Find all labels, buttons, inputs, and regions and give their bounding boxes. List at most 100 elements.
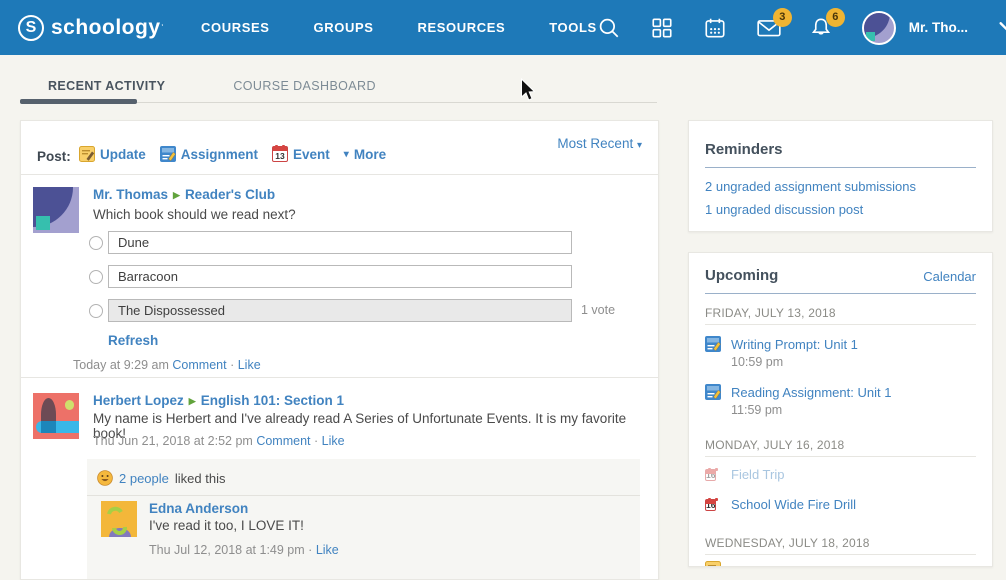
- update-icon: [79, 146, 95, 162]
- post-update-button[interactable]: Update: [79, 146, 146, 162]
- assignment-icon: [705, 384, 721, 403]
- nav-resources[interactable]: RESOURCES: [418, 20, 506, 35]
- nav-tools[interactable]: TOOLS: [549, 20, 597, 35]
- post-event-button[interactable]: 13 Event: [272, 146, 330, 162]
- event-time: 10:59 pm: [731, 355, 783, 369]
- course-link[interactable]: Reader's Club: [185, 187, 275, 202]
- nav-courses[interactable]: COURSES: [201, 20, 270, 35]
- event-icon: 13: [272, 146, 288, 162]
- liked-suffix: liked this: [175, 471, 226, 486]
- upcoming-event-link[interactable]: Writing Prompt: Unit 1: [731, 337, 858, 352]
- chevron-down-icon[interactable]: [997, 16, 1006, 40]
- post-meta: Thu Jun 21, 2018 at 2:52 pm Comment · Li…: [93, 434, 345, 448]
- apps-grid-icon[interactable]: [650, 16, 674, 40]
- comments-panel: 2 people liked this Edna Anderson I've r…: [87, 459, 640, 580]
- comment-body: I've read it too, I LOVE IT!: [149, 518, 304, 533]
- reminders-divider: [705, 167, 976, 168]
- date-header: MONDAY, JULY 16, 2018: [705, 438, 844, 452]
- event-icon: 16: [705, 496, 716, 515]
- top-navbar: S schoology ʹ COURSES GROUPS RESOURCES T…: [0, 0, 1006, 55]
- avatar[interactable]: [33, 393, 79, 439]
- upcoming-event-link[interactable]: Field Trip: [731, 467, 784, 482]
- poll-radio[interactable]: [89, 304, 103, 318]
- search-icon[interactable]: [597, 16, 621, 40]
- mouse-cursor: [520, 78, 538, 102]
- active-tab-underline: [20, 99, 137, 104]
- comment-meta: Thu Jul 12, 2018 at 1:49 pm · Like: [149, 543, 339, 557]
- author-link[interactable]: Mr. Thomas: [93, 187, 168, 202]
- author-link[interactable]: Edna Anderson: [149, 501, 248, 516]
- messages-badge: 3: [773, 8, 792, 27]
- tab-recent-activity[interactable]: RECENT ACTIVITY: [48, 79, 165, 93]
- upcoming-card: Upcoming Calendar FRIDAY, JULY 13, 2018 …: [688, 252, 993, 567]
- post-more-button[interactable]: ▾ More: [344, 147, 386, 162]
- like-link[interactable]: Like: [238, 358, 261, 372]
- event-time: 11:59 pm: [731, 403, 782, 417]
- nav-groups[interactable]: GROUPS: [314, 20, 374, 35]
- reminders-card: Reminders 2 ungraded assignment submissi…: [688, 120, 993, 232]
- poll-option[interactable]: Barracoon: [108, 265, 572, 288]
- ungraded-assignments-link[interactable]: 2 ungraded assignment submissions: [705, 179, 916, 194]
- date-header: WEDNESDAY, JULY 18, 2018: [705, 536, 870, 550]
- calendar-link[interactable]: Calendar: [923, 269, 976, 284]
- like-link[interactable]: Like: [322, 434, 345, 448]
- post-body: Which book should we read next?: [93, 207, 296, 222]
- date-divider: [705, 324, 976, 325]
- feed-tabs: RECENT ACTIVITY COURSE DASHBOARD: [48, 79, 376, 93]
- upcoming-event-link[interactable]: School Wide Fire Drill: [731, 497, 856, 512]
- ungraded-discussion-link[interactable]: 1 ungraded discussion post: [705, 202, 863, 217]
- like-link[interactable]: Like: [316, 543, 339, 557]
- composer-divider: [21, 174, 658, 175]
- author-link[interactable]: Herbert Lopez: [93, 393, 184, 408]
- poll-refresh-link[interactable]: Refresh: [108, 333, 158, 348]
- update-icon: [705, 561, 721, 567]
- schoology-s-icon: S: [18, 15, 44, 41]
- upcoming-title: Upcoming: [705, 267, 778, 284]
- poll-option[interactable]: The Dispossessed: [108, 299, 572, 322]
- caret-down-icon: ▾: [637, 140, 642, 151]
- date-divider: [705, 554, 976, 555]
- timestamp: Thu Jul 12, 2018 at 1:49 pm: [149, 543, 305, 557]
- avatar[interactable]: [101, 501, 137, 537]
- post-author-line: Mr. Thomas▶Reader's Club: [93, 187, 275, 202]
- sort-dropdown[interactable]: Most Recent ▾: [557, 136, 642, 151]
- assignment-icon: [705, 336, 721, 355]
- event-icon: 16: [705, 466, 716, 485]
- course-link[interactable]: English 101: Section 1: [201, 393, 344, 408]
- notifications-bell-icon[interactable]: 6: [809, 16, 833, 40]
- poll-option[interactable]: Dune: [108, 231, 572, 254]
- date-header: FRIDAY, JULY 13, 2018: [705, 306, 836, 320]
- liked-by-link[interactable]: 2 people: [119, 471, 169, 486]
- feed-card: Post: Update Assignment 13 Event ▾ More: [20, 120, 659, 580]
- navbar-right: 3 6 Mr. Tho...: [597, 11, 1006, 45]
- user-avatar[interactable]: [862, 11, 896, 45]
- tab-course-dashboard[interactable]: COURSE DASHBOARD: [233, 79, 376, 93]
- post-assignment-button[interactable]: Assignment: [160, 146, 258, 162]
- timestamp: Today at 9:29 am: [73, 358, 169, 372]
- poll-radio[interactable]: [89, 270, 103, 284]
- poll-option-row: The Dispossessed: [89, 299, 572, 322]
- post-divider: [21, 377, 658, 378]
- upcoming-divider: [705, 293, 976, 294]
- logo-text: schoology: [51, 16, 161, 40]
- post-author-line: Herbert Lopez ▶ English 101: Section 1: [93, 393, 344, 408]
- vote-count: 1 vote: [581, 303, 615, 317]
- post-label: Post:: [37, 149, 71, 164]
- upcoming-event-link[interactable]: Reading Assignment: Unit 1: [731, 385, 891, 400]
- comment-author: Edna Anderson: [149, 501, 248, 516]
- calendar-icon[interactable]: [703, 16, 727, 40]
- schoology-logo[interactable]: S schoology ʹ: [18, 15, 163, 41]
- messages-icon[interactable]: 3: [756, 16, 780, 40]
- smiley-icon: [97, 470, 113, 486]
- comment-link[interactable]: Comment: [256, 434, 310, 448]
- liked-row: 2 people liked this: [87, 459, 640, 496]
- avatar[interactable]: [33, 187, 79, 233]
- poll-radio[interactable]: [89, 236, 103, 250]
- context-arrow-icon: ▶: [189, 396, 196, 406]
- date-divider: [705, 456, 976, 457]
- primary-nav: COURSES GROUPS RESOURCES TOOLS: [201, 20, 597, 35]
- comment-link[interactable]: Comment: [172, 358, 226, 372]
- assignment-icon: [160, 146, 176, 162]
- caret-down-icon: ▾: [344, 149, 349, 160]
- user-menu-name[interactable]: Mr. Tho...: [909, 20, 968, 35]
